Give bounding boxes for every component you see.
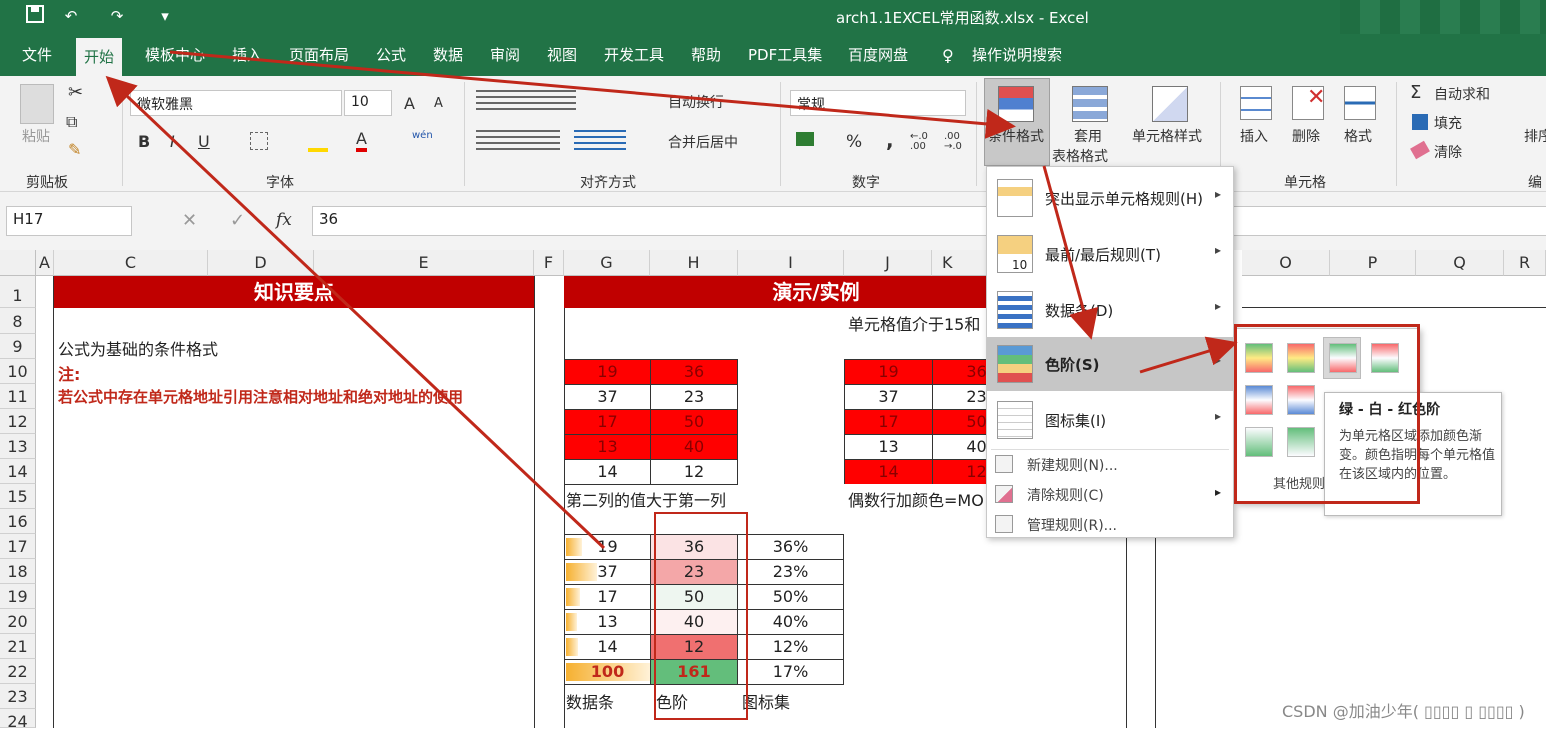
watermark: CSDN @加油少年( ▯▯▯▯ ▯ ▯▯▯▯ ): [1282, 702, 1525, 721]
arrow-to-submenu: [1139, 336, 1238, 374]
arrow-to-color-scale: [1042, 165, 1099, 340]
annotation-arrows: [105, 50, 1238, 550]
arrow-to-cf-button: [169, 50, 1016, 139]
arrow-to-home-tab: [105, 75, 606, 550]
